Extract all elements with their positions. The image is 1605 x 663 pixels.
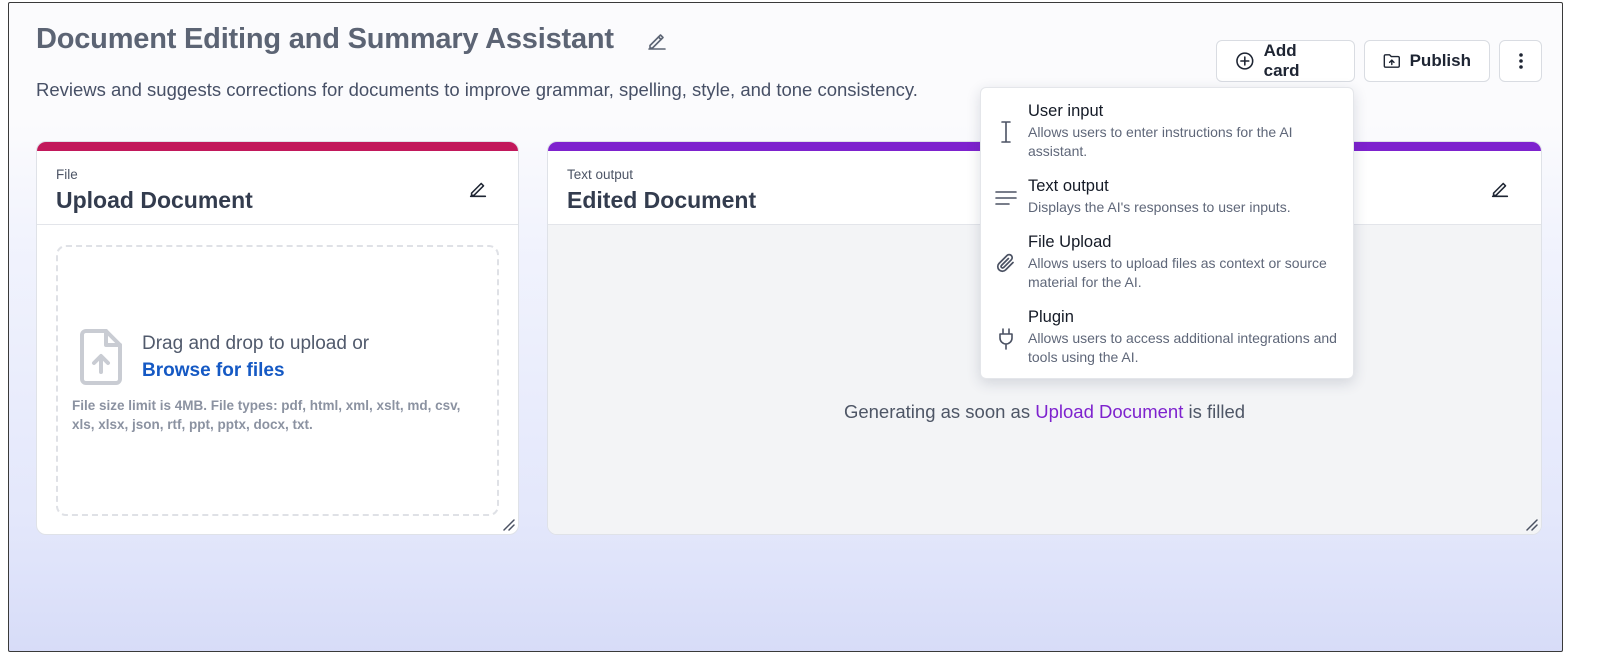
menu-item-description: Allows users to access additional integr… (1028, 330, 1337, 365)
folder-upload-icon (1383, 54, 1400, 68)
plug-icon (999, 328, 1013, 350)
dropzone-prompt: Drag and drop to upload or (142, 333, 370, 354)
menu-item-plugin[interactable]: Plugin Allows users to access additional… (981, 308, 1353, 378)
menu-item-description: Allows users to upload files as context … (1028, 255, 1327, 290)
generation-status: Generating as soon as Upload Document is… (548, 401, 1541, 423)
status-prefix: Generating as soon as (843, 401, 1031, 422)
file-upload-icon (80, 329, 122, 385)
add-card-button[interactable]: Add card (1216, 40, 1355, 82)
plus-circle-icon (1236, 52, 1254, 70)
card-type-label: Text output (567, 167, 634, 182)
add-card-menu: User input Allows users to enter instruc… (980, 87, 1354, 379)
publish-label: Publish (1409, 51, 1471, 70)
resize-handle-icon[interactable] (501, 517, 515, 531)
page-description: Reviews and suggests corrections for doc… (36, 79, 918, 100)
status-source-link[interactable]: Upload Document (1035, 401, 1183, 422)
menu-item-description: Displays the AI's responses to user inpu… (1028, 199, 1291, 215)
resize-handle-icon[interactable] (1524, 517, 1538, 531)
menu-item-label: Text output (1028, 177, 1109, 195)
file-limit-text: File size limit is 4MB. File types: pdf,… (72, 398, 461, 432)
card-type-label: File (56, 167, 78, 182)
menu-item-label: File Upload (1028, 233, 1112, 251)
paperclip-icon (996, 253, 1014, 273)
add-card-label: Add card (1263, 41, 1300, 80)
status-suffix: is filled (1188, 401, 1246, 422)
card-header: File Upload Document (37, 151, 518, 225)
menu-item-user-input[interactable]: User input Allows users to enter instruc… (981, 102, 1353, 172)
card-accent-bar (37, 142, 518, 151)
card-body: Drag and drop to upload or Browse for fi… (37, 225, 518, 534)
edit-card-icon[interactable] (467, 178, 489, 200)
file-dropzone[interactable]: Drag and drop to upload or Browse for fi… (56, 245, 499, 516)
upload-document-card: File Upload Document Drag and drop to up… (36, 141, 519, 535)
menu-item-file-upload[interactable]: File Upload Allows users to upload files… (981, 233, 1353, 303)
lines-icon (995, 191, 1017, 205)
menu-item-label: User input (1028, 102, 1104, 120)
publish-button[interactable]: Publish (1364, 40, 1490, 82)
more-options-button[interactable] (1499, 40, 1542, 82)
menu-item-description: Allows users to enter instructions for t… (1028, 124, 1293, 159)
app-frame: Document Editing and Summary Assistant R… (8, 2, 1563, 652)
page-title: Document Editing and Summary Assistant (36, 23, 614, 55)
card-title: Edited Document (567, 187, 757, 213)
edit-title-icon[interactable] (645, 29, 669, 53)
menu-item-label: Plugin (1028, 308, 1074, 326)
browse-files-link[interactable]: Browse for files (142, 360, 285, 382)
edit-card-icon[interactable] (1489, 178, 1511, 200)
vertical-dots-icon (1518, 53, 1523, 69)
text-cursor-icon (1001, 121, 1011, 143)
card-title: Upload Document (56, 187, 253, 213)
